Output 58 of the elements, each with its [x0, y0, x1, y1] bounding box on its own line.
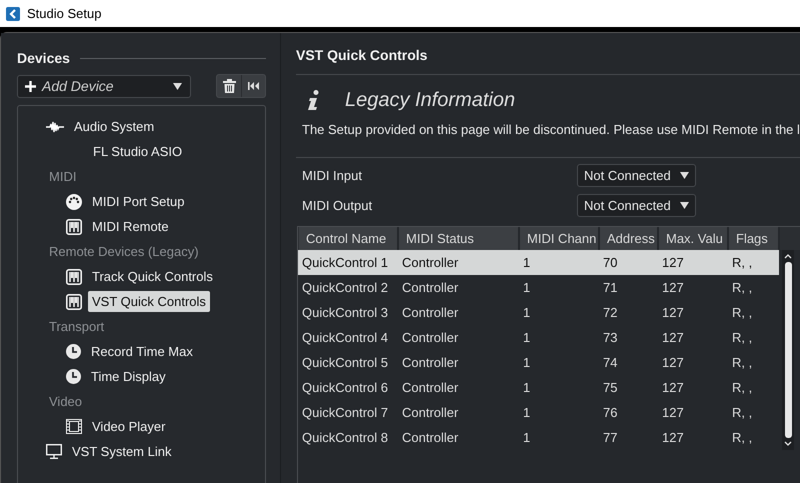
clock-icon — [66, 344, 81, 359]
add-device-dropdown[interactable]: Add Device — [17, 74, 191, 98]
table-row[interactable]: QuickControl 5 Controller 1 74 127 R, , — [298, 350, 779, 375]
midi-port-icon — [66, 194, 82, 210]
film-icon — [66, 419, 82, 434]
setting-label: MIDI Input — [302, 168, 363, 183]
devices-heading: Devices — [17, 50, 70, 66]
setting-dropdown[interactable]: Not Connected — [577, 194, 696, 217]
tree-item[interactable]: Track Quick Controls — [88, 266, 217, 287]
tree-item[interactable]: VST System Link — [68, 441, 176, 462]
table-row[interactable]: QuickControl 6 Controller 1 75 127 R, , — [298, 375, 779, 400]
tree-item[interactable]: Time Display — [87, 366, 170, 387]
trash-icon — [222, 79, 236, 93]
table-row[interactable]: QuickControl 4 Controller 1 73 127 R, , — [298, 325, 779, 350]
tree-item[interactable]: MIDI Remote — [88, 216, 173, 237]
setting-dropdown[interactable]: Not Connected — [577, 164, 696, 187]
keyboard-icon — [66, 268, 82, 284]
info-text: The Setup provided on this page will be discontinued. Please use MIDI Remote in the l — [301, 121, 800, 139]
tree-group-label: Transport — [49, 319, 104, 334]
tree-item[interactable]: VST Quick Controls — [88, 291, 210, 312]
tree-group-label: Remote Devices (Legacy) — [49, 244, 199, 259]
table-row[interactable]: QuickControl 8 Controller 1 77 127 R, , — [298, 425, 779, 450]
monitor-icon — [46, 444, 62, 459]
clock-icon — [66, 369, 81, 384]
tree-item[interactable]: Record Time Max — [87, 341, 197, 362]
tree-item[interactable]: Audio System — [70, 116, 158, 137]
keyboard-icon — [66, 218, 82, 234]
tree-group-label: Video — [49, 394, 82, 409]
scrollbar-thumb[interactable] — [784, 262, 792, 438]
info-heading: Legacy Information — [345, 88, 516, 112]
tree-item[interactable]: Video Player — [88, 416, 170, 437]
table-row[interactable]: QuickControl 1 Controller 1 70 127 R, , — [298, 250, 779, 275]
tree-item[interactable]: MIDI Port Setup — [88, 191, 188, 212]
scrollbar[interactable] — [782, 250, 794, 450]
caret-icon — [173, 82, 182, 90]
caret-icon — [680, 202, 689, 209]
table-row[interactable]: QuickControl 2 Controller 1 71 127 R, , — [298, 275, 779, 300]
setting-label: MIDI Output — [302, 198, 374, 213]
scroll-up-icon[interactable] — [784, 253, 792, 259]
column-header[interactable]: MIDI Status — [399, 227, 520, 250]
skip-back-icon — [248, 82, 259, 90]
column-header[interactable]: Control Name — [299, 227, 399, 250]
column-header[interactable]: Max. Valu — [659, 227, 729, 250]
scroll-down-icon[interactable] — [784, 441, 792, 447]
tree-group-label: MIDI — [49, 169, 76, 184]
table-row[interactable]: QuickControl 7 Controller 1 76 127 R, , — [298, 400, 779, 425]
plus-icon — [25, 80, 36, 92]
column-header[interactable]: Address — [600, 227, 659, 250]
keyboard-icon — [66, 294, 82, 310]
app-logo-icon — [6, 6, 20, 20]
column-header[interactable]: Flags — [729, 227, 780, 250]
table-row[interactable]: QuickControl 3 Controller 1 72 127 R, , — [298, 300, 779, 325]
tree-item[interactable]: FL Studio ASIO — [89, 141, 186, 162]
page-title: VST Quick Controls — [296, 46, 428, 65]
caret-icon — [680, 172, 689, 179]
waveform-icon — [46, 120, 64, 134]
column-header[interactable]: MIDI Chann — [520, 227, 600, 250]
window-title: Studio Setup — [27, 6, 102, 21]
